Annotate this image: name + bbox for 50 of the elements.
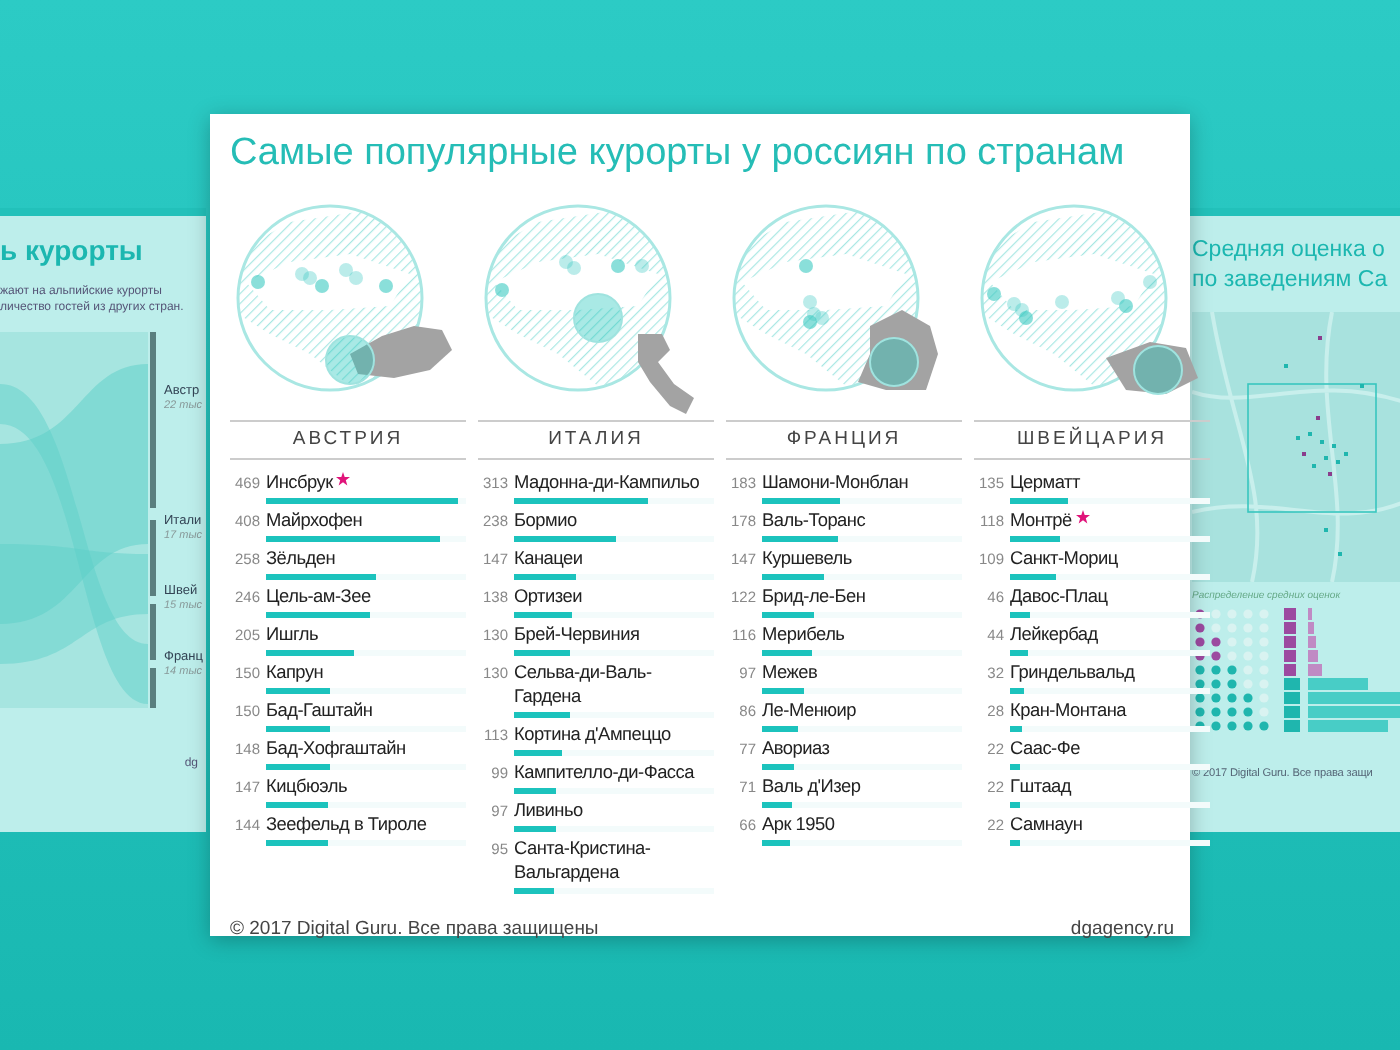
- resort-name: Санкт-Мориц: [1010, 548, 1118, 568]
- country-heading: АВСТРИЯ: [230, 420, 466, 460]
- resort-name: Лейкербад: [1010, 624, 1098, 644]
- resort-name: Ишгль: [266, 624, 319, 644]
- resort-name: Кран-Монтана: [1010, 700, 1127, 720]
- copyright-text: © 2017 Digital Guru. Все права защищены: [230, 916, 599, 944]
- resort-name: Капрун: [266, 662, 324, 682]
- resort-name: Гриндельвальд: [1010, 662, 1135, 682]
- country-heading: ШВЕЙЦАРИЯ: [974, 420, 1210, 460]
- resort-name: Зёльден: [266, 548, 336, 568]
- country-heading: ФРАНЦИЯ: [726, 420, 962, 460]
- resort-name: Самнаун: [1010, 814, 1083, 834]
- resort-name: Давос-Плац: [1010, 586, 1108, 606]
- website-text: dgagency.ru: [1070, 916, 1174, 944]
- resort-name: Санта-Кристина-Вальгардена: [514, 838, 651, 882]
- resort-name: Бад-Хофгаштайн: [266, 738, 406, 758]
- resort-name: Гштаад: [1010, 776, 1072, 796]
- resort-name: Сельва-ди-Валь-Гардена: [514, 662, 652, 706]
- section-title: по заведениям Са: [1192, 266, 1390, 296]
- resort-name: Монтрё: [1010, 510, 1072, 530]
- section-title: ь курорты: [0, 232, 145, 268]
- resort-name: Ливиньо: [514, 800, 583, 820]
- resort-name: Ле-Менюир: [762, 700, 857, 720]
- resort-name: Майрхофен: [266, 510, 363, 530]
- resort-name: Цель-ам-Зее: [266, 586, 371, 606]
- resort-name: Авориаз: [762, 738, 830, 758]
- resort-name: Кортина д'Ампеццо: [514, 724, 671, 744]
- resort-name: Ортизеи: [514, 586, 582, 606]
- resort-name: Кампителло-ди-Фасса: [514, 762, 694, 782]
- resort-name: Межев: [762, 662, 818, 682]
- resort-name: Мерибель: [762, 624, 845, 644]
- resort-name: Валь-Торанс: [762, 510, 866, 530]
- resort-name: Куршевель: [762, 548, 852, 568]
- resort-name: Саас-Фе: [1010, 738, 1080, 758]
- resort-name: Кицбюэль: [266, 776, 348, 796]
- resort-name: Зеефельд в Тироле: [266, 814, 427, 834]
- section-title: Средняя оценка о: [1192, 236, 1387, 266]
- resort-name: Мадонна-ди-Кампильо: [514, 472, 700, 492]
- resort-name: Бормио: [514, 510, 577, 530]
- resort-name: Брей-Червиния: [514, 624, 640, 644]
- resort-name: Церматт: [1010, 472, 1080, 492]
- resort-name: Шамони-Монблан: [762, 472, 909, 492]
- resort-name: Канацеи: [514, 548, 583, 568]
- resort-name: Валь д'Изер: [762, 776, 861, 796]
- resort-name: Инсбрук: [266, 472, 333, 492]
- resort-name: Брид-ле-Бен: [762, 586, 866, 606]
- infographic-title: Самые популярные курорты у россиян по странам: [230, 130, 1127, 178]
- resort-name: Арк 1950: [762, 814, 835, 834]
- country-heading: ИТАЛИЯ: [478, 420, 714, 460]
- resort-name: Бад-Гаштайн: [266, 700, 373, 720]
